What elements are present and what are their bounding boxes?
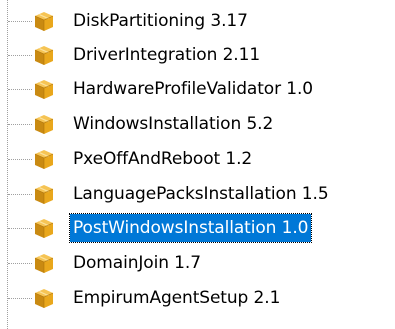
tree-item-postwindowsinstallation[interactable]: PostWindowsInstallation 1.0 (0, 212, 395, 244)
tree-item-label: DriverIntegration 2.11 (73, 45, 261, 65)
tree-item-label: DomainJoin 1.7 (73, 253, 201, 273)
tree-item-label: DiskPartitioning 3.17 (73, 11, 248, 31)
tree-branch-line (8, 159, 32, 160)
package-icon (34, 184, 54, 205)
tree-item-label: PxeOffAndReboot 1.2 (73, 149, 253, 169)
tree-branch-line (8, 124, 32, 125)
tree-item-hardwareprofilevalidator[interactable]: HardwareProfileValidator 1.0 (0, 73, 395, 105)
tree-branch-line (8, 194, 32, 195)
tree-item-windowsinstallation[interactable]: WindowsInstallation 5.2 (0, 108, 395, 140)
tree-item-label: HardwareProfileValidator 1.0 (73, 79, 314, 99)
tree-item-empirumagentsetup[interactable]: EmpirumAgentSetup 2.1 (0, 282, 395, 314)
package-icon (34, 11, 54, 32)
package-icon (34, 218, 54, 239)
tree-branch-line (8, 21, 32, 22)
tree-item-languagepacksinstallation[interactable]: LanguagePacksInstallation 1.5 (0, 178, 395, 210)
package-icon (34, 253, 54, 274)
package-tree[interactable]: DiskPartitioning 3.17 DriverIntegration … (0, 0, 395, 329)
tree-item-domainjoin[interactable]: DomainJoin 1.7 (0, 247, 395, 279)
tree-item-label: WindowsInstallation 5.2 (73, 114, 274, 134)
package-icon (34, 79, 54, 100)
tree-item-label: EmpirumAgentSetup 2.1 (73, 288, 281, 308)
tree-item-pxeoffandreboot[interactable]: PxeOffAndReboot 1.2 (0, 143, 395, 175)
package-icon (34, 114, 54, 135)
tree-branch-line (8, 298, 32, 299)
package-icon (34, 149, 54, 170)
tree-branch-line (8, 228, 32, 229)
tree-item-label: LanguagePacksInstallation 1.5 (73, 184, 329, 204)
tree-item-driverintegration[interactable]: DriverIntegration 2.11 (0, 39, 395, 71)
package-icon (34, 288, 54, 309)
tree-branch-line (8, 263, 32, 264)
tree-branch-line (8, 89, 32, 90)
tree-item-diskpartitioning[interactable]: DiskPartitioning 3.17 (0, 5, 395, 37)
tree-branch-line (8, 55, 32, 56)
tree-item-label: PostWindowsInstallation 1.0 (68, 213, 313, 243)
package-icon (34, 45, 54, 66)
